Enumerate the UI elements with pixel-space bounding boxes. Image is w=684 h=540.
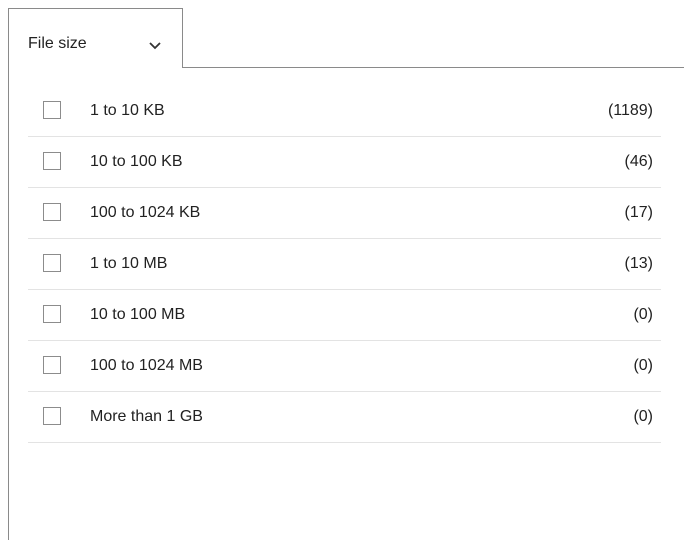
- option-label: 1 to 10 KB: [90, 102, 165, 119]
- option-count: (0): [633, 357, 653, 374]
- option-label: More than 1 GB: [90, 408, 203, 425]
- option-count: (13): [624, 255, 653, 272]
- option-count: (0): [633, 408, 653, 425]
- file-size-option[interactable]: 1 to 10 MB (13): [28, 239, 661, 290]
- file-size-dropdown-panel: 1 to 10 KB (1189) 10 to 100 KB (46) 100 …: [8, 67, 684, 540]
- option-label: 100 to 1024 MB: [90, 357, 203, 374]
- option-checkbox[interactable]: [43, 203, 61, 221]
- option-count: (17): [624, 204, 653, 221]
- option-label: 1 to 10 MB: [90, 255, 168, 272]
- option-checkbox[interactable]: [43, 356, 61, 374]
- option-checkbox[interactable]: [43, 101, 61, 119]
- file-size-options-list: 1 to 10 KB (1189) 10 to 100 KB (46) 100 …: [28, 86, 661, 443]
- file-size-option[interactable]: More than 1 GB (0): [28, 392, 661, 443]
- file-size-option[interactable]: 100 to 1024 MB (0): [28, 341, 661, 392]
- file-size-option[interactable]: 10 to 100 KB (46): [28, 137, 661, 188]
- option-checkbox[interactable]: [43, 305, 61, 323]
- file-size-option[interactable]: 1 to 10 KB (1189): [28, 86, 661, 137]
- option-checkbox[interactable]: [43, 152, 61, 170]
- option-label: 10 to 100 KB: [90, 153, 183, 170]
- option-count: (1189): [607, 102, 653, 119]
- option-label: 100 to 1024 KB: [90, 204, 201, 221]
- option-checkbox[interactable]: [43, 254, 61, 272]
- option-checkbox[interactable]: [43, 407, 61, 425]
- file-size-filter-view: n File size 1 to 10 KB (1189) 10 to 100 …: [0, 0, 684, 540]
- file-size-option[interactable]: 100 to 1024 KB (17): [28, 188, 661, 239]
- chevron-down-icon: [149, 42, 161, 50]
- option-count: (0): [633, 306, 653, 323]
- file-size-option[interactable]: 10 to 100 MB (0): [28, 290, 661, 341]
- dropdown-title: File size: [28, 35, 87, 52]
- option-label: 10 to 100 MB: [90, 306, 186, 323]
- file-size-dropdown-toggle[interactable]: File size: [8, 8, 183, 68]
- option-count: (46): [624, 153, 653, 170]
